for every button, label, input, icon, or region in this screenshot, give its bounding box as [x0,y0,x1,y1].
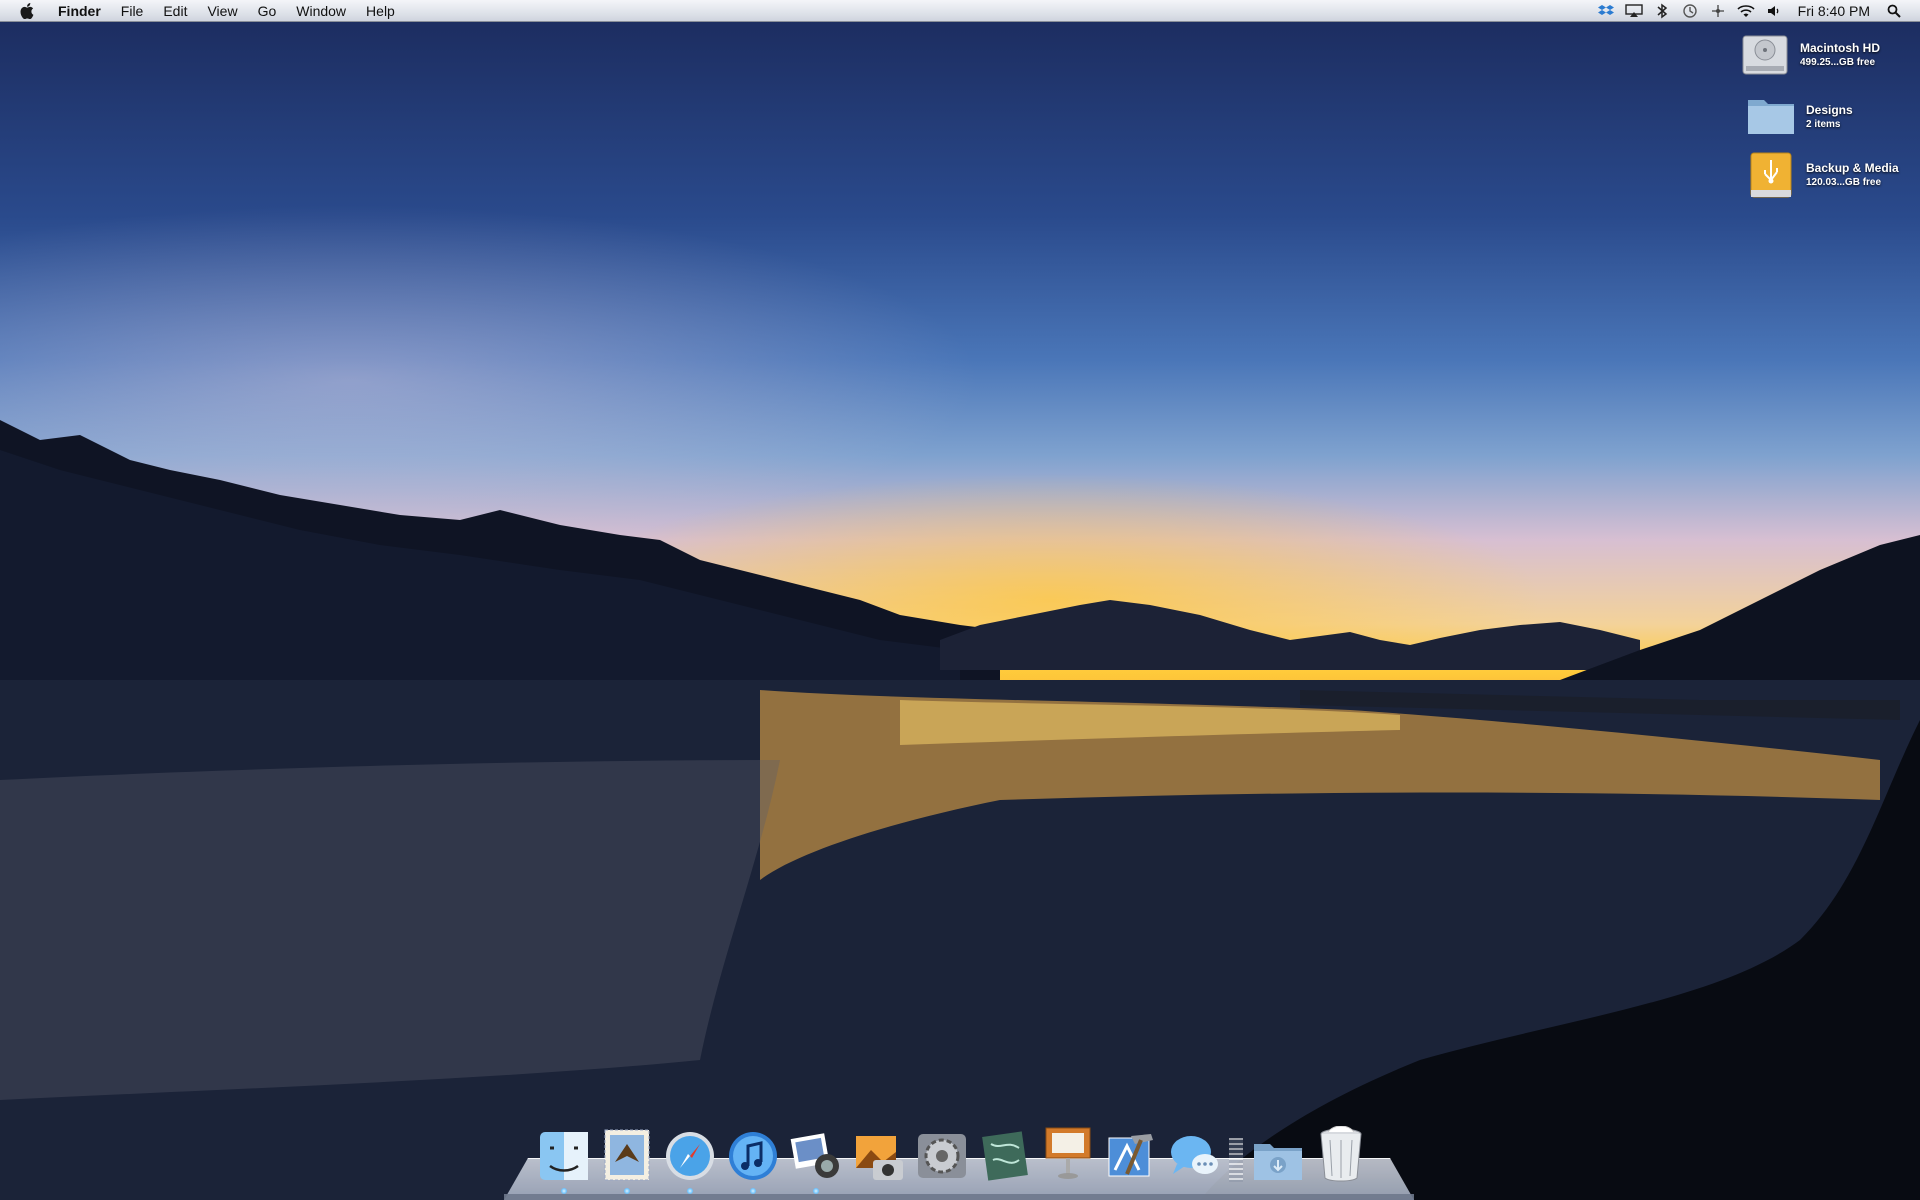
dock-shelf-edge [504,1194,1414,1200]
menu-go[interactable]: Go [248,0,287,22]
keynote-icon [1045,1127,1091,1179]
dock-mail[interactable] [599,1122,655,1194]
messages-icon [1171,1136,1218,1174]
dock-system-preferences[interactable] [914,1122,970,1182]
downloads-folder-icon [1254,1144,1302,1180]
usb-drive-icon [1746,150,1796,200]
desktop-item-detail: 2 items [1806,119,1841,130]
desktop[interactable]: Finder File Edit View Go Window Help Fri… [0,0,1920,1200]
iphoto-icon [790,1133,839,1178]
desktop-item-backup-media[interactable]: Backup & Media 120.03...GB free [1746,150,1899,200]
desktop-item-designs[interactable]: Designs 2 items [1746,92,1853,142]
wallpaper-landscape [0,420,1920,1200]
dock-image-capture[interactable] [851,1122,907,1182]
dock-keynote[interactable] [1040,1122,1096,1182]
spotlight-icon[interactable] [1884,2,1904,20]
menu-bar: Finder File Edit View Go Window Help Fri… [0,0,1920,22]
dock [536,1118,1396,1194]
desktop-item-detail: 499.25...GB free [1800,57,1876,68]
dock-iphoto[interactable] [788,1122,844,1194]
menu-edit[interactable]: Edit [153,0,197,22]
airplay-icon[interactable] [1624,2,1644,20]
dock-itunes[interactable] [725,1122,781,1194]
desktop-item-macintosh-hd[interactable]: Macintosh HD 499.25...GB free [1740,30,1880,80]
finder-icon [540,1132,588,1180]
hard-drive-icon [1740,30,1790,80]
dropbox-icon[interactable] [1596,2,1616,20]
dock-finder[interactable] [536,1122,592,1194]
dock-trash[interactable] [1313,1122,1369,1182]
system-preferences-icon [918,1134,966,1178]
bluetooth-icon[interactable] [1652,2,1672,20]
dock-separator [1229,1138,1243,1182]
trash-icon [1320,1126,1362,1182]
desktop-item-label: Designs [1806,103,1853,117]
sync-icon[interactable] [1708,2,1728,20]
menu-help[interactable]: Help [356,0,405,22]
volume-icon[interactable] [1764,2,1784,20]
dock-messages[interactable] [1166,1122,1222,1182]
apple-menu-icon[interactable] [16,0,38,22]
maps-app-icon [982,1131,1028,1181]
itunes-icon [729,1132,777,1180]
time-machine-icon[interactable] [1680,2,1700,20]
xcode-icon [1108,1134,1153,1177]
wifi-icon[interactable] [1736,2,1756,20]
menu-clock[interactable]: Fri 8:40 PM [1788,0,1880,22]
mail-icon [604,1129,650,1181]
desktop-item-detail: 120.03...GB free [1806,177,1882,188]
menu-view[interactable]: View [197,0,247,22]
desktop-item-label: Macintosh HD [1800,41,1881,55]
menu-app-name[interactable]: Finder [52,0,111,22]
folder-icon [1746,92,1796,142]
dock-safari[interactable] [662,1122,718,1194]
image-capture-icon [856,1136,903,1180]
safari-icon [666,1132,714,1180]
desktop-item-label: Backup & Media [1806,161,1899,175]
dock-xcode[interactable] [1103,1122,1159,1182]
menu-window[interactable]: Window [286,0,356,22]
dock-maps-app[interactable] [977,1122,1033,1182]
dock-downloads-folder[interactable] [1250,1122,1306,1182]
menu-file[interactable]: File [111,0,154,22]
